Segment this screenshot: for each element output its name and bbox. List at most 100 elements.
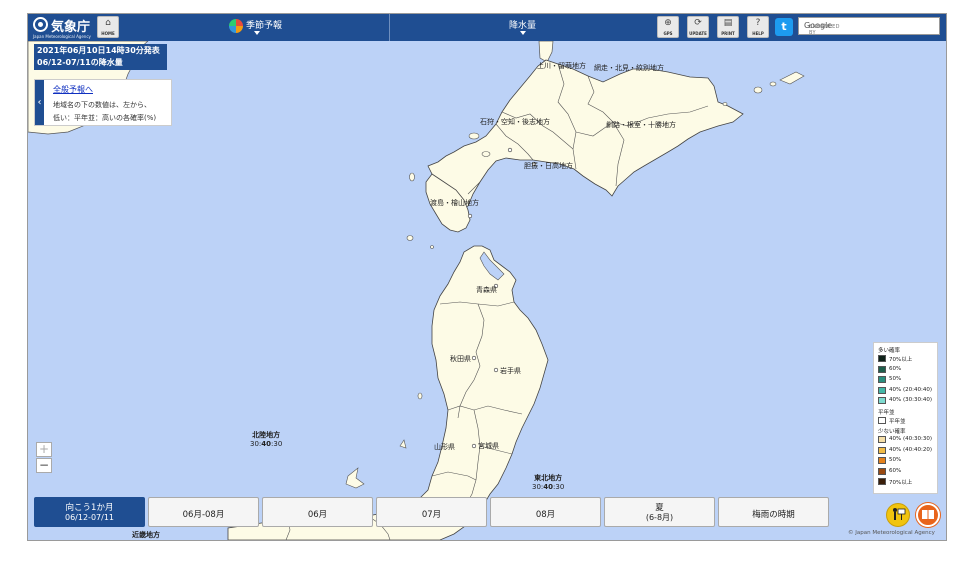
- legend-less-4-swatch: [878, 478, 886, 485]
- tab-label: 向こう1か月: [65, 503, 114, 513]
- element-label: 降水量: [508, 21, 536, 31]
- forecast-type-label: 季節予報: [246, 21, 283, 31]
- collapse-panel-button[interactable]: ‹: [35, 80, 44, 125]
- home-button[interactable]: ⌂ HOME: [97, 16, 119, 38]
- legend-more-4-swatch: [878, 397, 886, 404]
- legend-more-3-label: 40% (20:40:40): [889, 386, 932, 393]
- site-search-input[interactable]: ENHANCED BY Google: [798, 17, 940, 36]
- period-tab-4[interactable]: 08月: [490, 497, 601, 527]
- tab-sublabel: 06/12-07/11: [65, 513, 114, 522]
- season-icon: [229, 19, 243, 33]
- region-label-oshima: 渡島・檜山地方: [430, 199, 479, 207]
- legend-normal-title: 平年並: [878, 409, 895, 416]
- legend-less-title: 少ない確率: [878, 429, 906, 435]
- gps-icon: ⊕: [664, 18, 672, 28]
- print-icon: ▤: [723, 18, 733, 28]
- tab-label: 08月: [535, 510, 556, 520]
- probability-values: 30:40:30: [250, 440, 283, 448]
- manual-button[interactable]: [916, 503, 940, 527]
- legend-more-3-swatch: [878, 386, 886, 394]
- region-label-abashiri: 網走・北見・紋別地方: [594, 64, 664, 72]
- region-label-iwate: 岩手県: [500, 367, 521, 375]
- zoom-out-button[interactable]: −: [36, 458, 52, 473]
- legend-more-0-label: 70%以上: [889, 357, 913, 363]
- chevron-left-icon: ‹: [37, 97, 42, 108]
- area-name: 東北地方: [534, 474, 563, 482]
- tab-label: 07月: [421, 510, 442, 520]
- person-sign-icon: [893, 508, 906, 520]
- legend-more-1-label: 60%: [889, 365, 902, 372]
- logo-subtitle: Japan Meteorological Agency: [33, 34, 91, 39]
- search-placeholder: ENHANCED BY Google: [804, 21, 840, 36]
- legend-less-4-label: 70%以上: [889, 480, 913, 486]
- copyright: © Japan Meteorological Agency: [848, 530, 935, 536]
- tab-label: 06月: [307, 510, 328, 520]
- legend-normal-label: 平年並: [889, 418, 906, 425]
- home-label: HOME: [101, 31, 115, 36]
- info-panel: ‹ 全般予報へ 地域名の下の数値は、左から、 低い：平年並：高いの各確率(%): [34, 79, 172, 126]
- legend-less-0-label: 40% (40:30:30): [889, 436, 932, 442]
- legend-more-4-label: 40% (30:30:40): [889, 397, 932, 403]
- legend-less-1-swatch: [878, 446, 886, 454]
- update-label: UPDATE: [689, 31, 707, 36]
- twitter-button[interactable]: t: [775, 18, 793, 36]
- region-label-kinki: 近畿地方: [132, 531, 160, 539]
- help-label: HELP: [752, 31, 764, 36]
- period-tab-5[interactable]: 夏 (6-8月): [604, 497, 715, 527]
- region-label-kamikawa: 上川・留萌地方: [537, 62, 586, 70]
- forecast-type-menu[interactable]: 季節予報: [124, 14, 389, 41]
- guide-button[interactable]: [886, 503, 910, 527]
- jma-logo-icon: [33, 17, 48, 32]
- area-label-hokuriku[interactable]: 北陸地方 30:40:30: [250, 430, 282, 448]
- update-button[interactable]: ⟳ UPDATE: [687, 16, 709, 38]
- tab-label: 夏: [655, 503, 664, 513]
- region-label-iburi: 胆振・日高地方: [524, 162, 573, 170]
- probability-values: 30:40:30: [532, 483, 565, 491]
- tab-sublabel: (6-8月): [645, 513, 674, 522]
- issue-date: 2021年06月10日14時30分発表: [37, 46, 160, 55]
- help-icon: ?: [755, 18, 761, 28]
- logo-text: 気象庁: [51, 20, 91, 35]
- period-tab-1[interactable]: 06月-08月: [148, 497, 259, 527]
- tab-label: 06月-08月: [182, 510, 225, 520]
- print-button[interactable]: ▤ PRINT: [717, 16, 739, 38]
- region-label-akita: 秋田県: [450, 355, 471, 363]
- period-tab-2[interactable]: 06月: [262, 497, 373, 527]
- chevron-down-icon: [253, 31, 260, 35]
- period-tab-6[interactable]: 梅雨の時期: [718, 497, 829, 527]
- twitter-icon: t: [781, 20, 787, 33]
- legend-normal-swatch: [878, 416, 886, 424]
- tab-label: 梅雨の時期: [752, 510, 795, 520]
- top-header: 気象庁 Japan Meteorological Agency ⌂ HOME 季…: [28, 14, 946, 41]
- issue-banner: 2021年06月10日14時30分発表 06/12-07/11の降水量: [34, 44, 167, 70]
- gps-button[interactable]: ⊕ GPS: [657, 16, 679, 38]
- area-label-tohoku[interactable]: 東北地方 30:40:30: [532, 473, 564, 491]
- legend-less-0-swatch: [878, 436, 886, 443]
- period-tab-0[interactable]: 向こう1か月 06/12-07/11: [34, 497, 145, 527]
- gps-label: GPS: [663, 31, 673, 36]
- info-text-1: 地域名の下の数値は、左から、: [53, 101, 151, 109]
- legend-more-title: 多い確率: [878, 348, 901, 354]
- period-tab-3[interactable]: 07月: [376, 497, 487, 527]
- jma-logo[interactable]: 気象庁 Japan Meteorological Agency: [33, 16, 93, 39]
- element-menu[interactable]: 降水量: [390, 14, 655, 41]
- region-label-miyagi: 宮城県: [478, 442, 499, 450]
- app-frame: 上川・留萌地方 網走・北見・紋別地方 石狩・空知・後志地方 釧路・根室・十勝地方…: [27, 13, 947, 541]
- legend-more-1-swatch: [878, 365, 886, 373]
- forecast-period: 06/12-07/11の降水量: [37, 58, 123, 67]
- region-label-yamagata: 山形県: [434, 443, 455, 451]
- legend-more-2-swatch: [878, 376, 886, 383]
- info-text-2: 低い：平年並：高いの各確率(%): [53, 114, 157, 122]
- area-name: 北陸地方: [252, 431, 281, 439]
- help-button[interactable]: ? HELP: [747, 16, 769, 38]
- legend-less-3-label: 60%: [889, 467, 902, 474]
- legend-more-2-label: 50%: [889, 376, 902, 382]
- region-label-ishikari: 石狩・空知・後志地方: [480, 118, 550, 126]
- legend-less-2-swatch: [878, 457, 886, 464]
- zoom-in-button[interactable]: +: [36, 442, 52, 457]
- legend-more-0-swatch: [878, 355, 886, 362]
- legend-less-3-swatch: [878, 467, 886, 475]
- general-forecast-link[interactable]: 全般予報へ: [53, 84, 93, 95]
- legend-less-1-label: 40% (40:40:20): [889, 446, 932, 453]
- print-label: PRINT: [721, 31, 735, 36]
